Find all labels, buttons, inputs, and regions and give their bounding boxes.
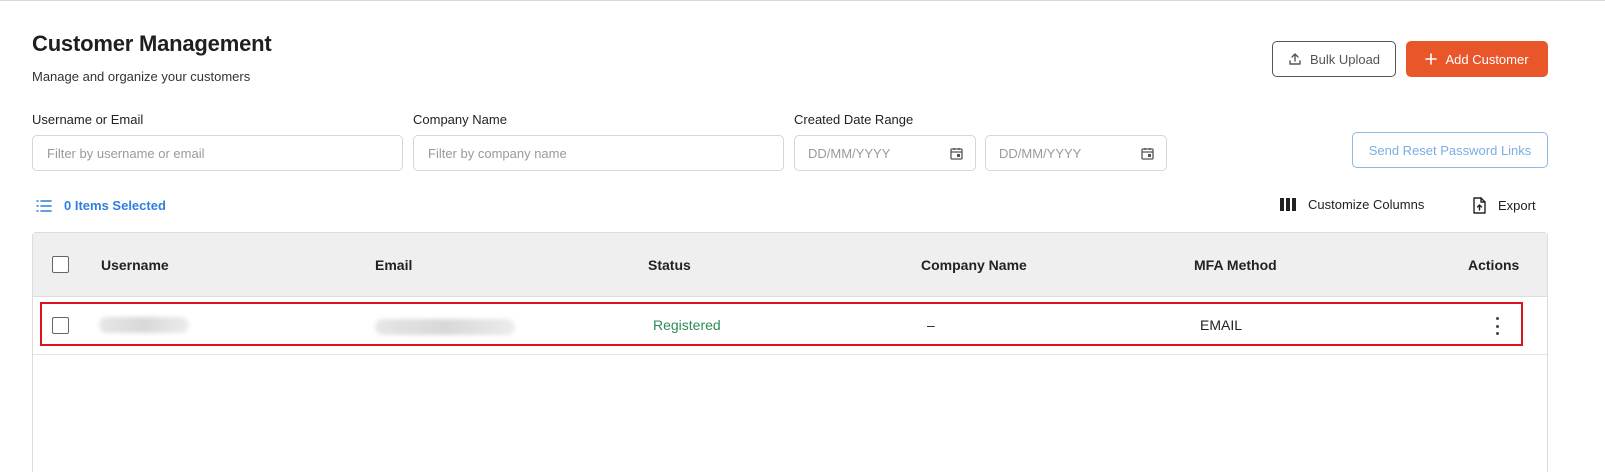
column-header-status[interactable]: Status xyxy=(648,257,691,273)
top-divider xyxy=(0,0,1605,1)
page-title: Customer Management xyxy=(32,31,272,56)
column-header-mfa-method[interactable]: MFA Method xyxy=(1194,257,1277,273)
row-highlight-box xyxy=(40,302,1523,346)
bulk-upload-label: Bulk Upload xyxy=(1309,51,1381,67)
upload-icon xyxy=(1289,53,1301,65)
export-icon xyxy=(1473,197,1486,214)
column-header-email[interactable]: Email xyxy=(375,257,412,273)
redacted-email xyxy=(375,319,515,335)
customize-columns-button[interactable]: Customize Columns xyxy=(1280,197,1424,212)
export-button[interactable]: Export xyxy=(1472,197,1536,214)
company-name-cell: – xyxy=(927,317,935,333)
bulk-upload-button[interactable]: Bulk Upload xyxy=(1272,41,1396,77)
date-to-placeholder: DD/MM/YYYY xyxy=(999,145,1082,161)
columns-icon xyxy=(1280,198,1296,211)
redacted-username xyxy=(99,317,189,333)
customers-table: Username Email Status Company Name MFA M… xyxy=(32,232,1548,472)
username-filter-label: Username or Email xyxy=(32,112,144,127)
items-selected-label: 0 Items Selected xyxy=(64,198,166,213)
send-reset-password-links-button[interactable]: Send Reset Password Links xyxy=(1352,132,1548,168)
company-filter-label: Company Name xyxy=(413,112,507,127)
plus-icon xyxy=(1425,53,1438,65)
column-header-company-name[interactable]: Company Name xyxy=(921,257,1027,273)
date-range-label: Created Date Range xyxy=(794,112,914,127)
status-badge: Registered xyxy=(653,317,721,333)
row-actions-menu-icon[interactable] xyxy=(1489,317,1505,335)
date-to-input[interactable]: DD/MM/YYYY xyxy=(985,135,1167,171)
mfa-method-cell: EMAIL xyxy=(1200,317,1243,333)
customize-columns-label: Customize Columns xyxy=(1308,197,1425,212)
calendar-icon[interactable] xyxy=(1141,147,1154,160)
select-all-checkbox[interactable] xyxy=(52,256,69,273)
username-filter-input[interactable] xyxy=(32,135,403,171)
row-checkbox[interactable] xyxy=(52,317,69,334)
column-header-actions: Actions xyxy=(1468,257,1520,273)
date-from-placeholder: DD/MM/YYYY xyxy=(808,145,891,161)
table-header: Username Email Status Company Name MFA M… xyxy=(33,233,1547,297)
add-customer-label: Add Customer xyxy=(1445,51,1529,67)
export-label: Export xyxy=(1498,198,1536,213)
items-selected-indicator[interactable]: 0 Items Selected xyxy=(36,198,166,213)
add-customer-button[interactable]: Add Customer xyxy=(1406,41,1548,77)
column-header-username[interactable]: Username xyxy=(101,257,169,273)
list-icon xyxy=(36,199,52,212)
company-filter-input[interactable] xyxy=(413,135,784,171)
date-from-input[interactable]: DD/MM/YYYY xyxy=(794,135,976,171)
table-row[interactable]: Registered – EMAIL xyxy=(33,297,1547,355)
calendar-icon[interactable] xyxy=(950,147,963,160)
page-subtitle: Manage and organize your customers xyxy=(32,69,251,84)
